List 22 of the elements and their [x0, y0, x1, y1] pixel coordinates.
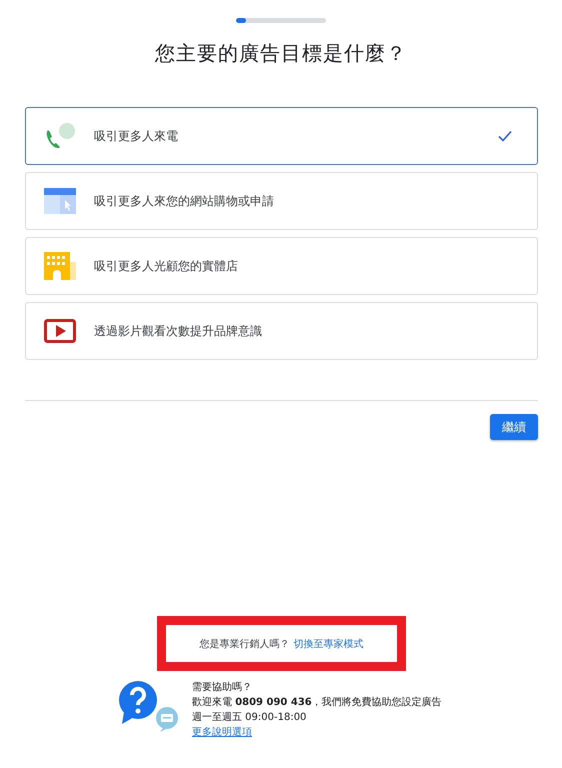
option-label: 吸引更多人來電 — [94, 128, 179, 144]
more-help-link[interactable]: 更多說明選項 — [192, 727, 252, 738]
goal-option[interactable]: 吸引更多人來電 — [25, 107, 538, 165]
video-play-icon — [44, 319, 76, 343]
help-heading: 需要協助嗎？ — [192, 680, 253, 695]
help-call-text: 歡迎來電 0809 090 436，我們將免費協助您設定廣告 — [192, 696, 442, 710]
option-label: 吸引更多人光顧您的實體店 — [94, 258, 239, 274]
option-label: 吸引更多人來您的網站購物或申請 — [94, 192, 275, 210]
option-label: 透過影片觀看次數提升品牌意識 — [94, 322, 263, 340]
expert-mode-link[interactable]: 切換至專家模式 — [294, 636, 364, 650]
goal-option[interactable]: 吸引更多人來您的網站購物或申請 — [25, 172, 538, 230]
expert-question: 您是專業行銷人嗎？ — [200, 638, 290, 650]
page-title: 您主要的廣告目標是什麼？ — [154, 40, 408, 67]
help-hours: 週一至週五 09:00-18:00 — [192, 711, 308, 725]
goal-option[interactable]: 透過影片觀看次數提升品牌意識 — [25, 302, 538, 360]
help-chat-icon — [118, 680, 180, 732]
continue-button[interactable]: 繼續 — [490, 414, 538, 440]
phone-chat-icon — [44, 122, 76, 150]
goal-option[interactable]: 吸引更多人光顧您的實體店 — [25, 237, 538, 295]
building-icon — [44, 252, 76, 280]
browser-window-icon — [44, 188, 76, 214]
check-icon — [497, 128, 513, 144]
